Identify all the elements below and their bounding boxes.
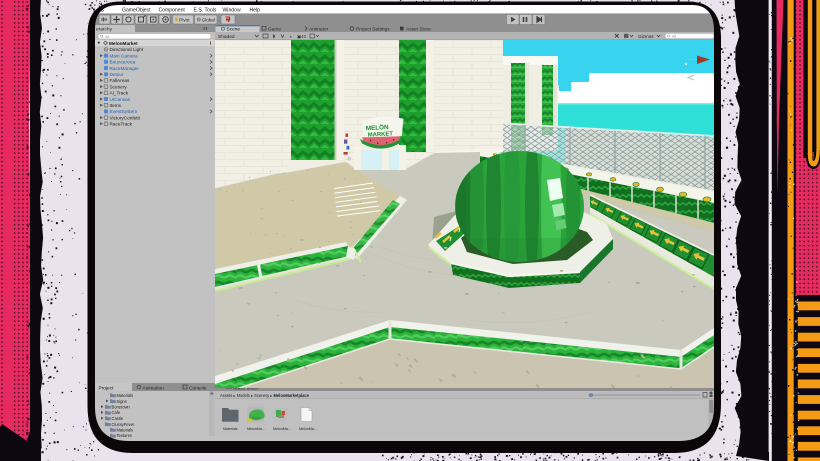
- svg-text:MelonMarket: MelonMarket: [109, 41, 138, 46]
- svg-text:Console: Console: [189, 385, 207, 391]
- svg-text:Scenery: Scenery: [110, 84, 128, 89]
- svg-text:UICanvas: UICanvas: [110, 97, 131, 102]
- svg-text:Project: Project: [99, 385, 115, 391]
- svg-text:BounceArea: BounceArea: [110, 60, 136, 65]
- svg-text:Animation: Animation: [143, 385, 165, 391]
- svg-text:Materials: Materials: [117, 428, 134, 433]
- svg-text:Shaded: Shaded: [218, 34, 235, 40]
- svg-text:Scene: Scene: [227, 27, 241, 33]
- svg-text:Component: Component: [159, 7, 186, 13]
- svg-text:Main Camera: Main Camera: [110, 53, 139, 58]
- svg-text:Animator: Animator: [309, 27, 329, 33]
- svg-text:Help: Help: [250, 7, 261, 13]
- svg-text:AI_Track: AI_Track: [110, 91, 129, 96]
- svg-text:◑: ◑: [289, 34, 292, 39]
- svg-text:All: All: [672, 35, 676, 39]
- svg-text:Global: Global: [202, 17, 215, 22]
- svg-text:FallAreas: FallAreas: [110, 78, 130, 83]
- svg-text:ClussyFever: ClussyFever: [112, 422, 135, 427]
- svg-text:Window: Window: [223, 7, 241, 13]
- svg-text:MelonMa...: MelonMa...: [299, 427, 317, 431]
- svg-text:E.S. Tools: E.S. Tools: [194, 7, 217, 13]
- svg-text:erarchy: erarchy: [96, 27, 113, 33]
- svg-text:▣40: ▣40: [297, 34, 307, 39]
- svg-text:RaceManager: RaceManager: [110, 66, 140, 71]
- svg-text:Textures: Textures: [117, 433, 132, 438]
- svg-text:MelonMa...: MelonMa...: [273, 427, 291, 431]
- svg-text:EventSystem: EventSystem: [110, 109, 138, 114]
- svg-text:Asset Store: Asset Store: [406, 27, 431, 33]
- svg-text:Signs: Signs: [117, 399, 127, 404]
- svg-text:Assets ▸ Models ▸ Scenery ▸ Me: Assets ▸ Models ▸ Scenery ▸ MelonMarketp…: [220, 393, 310, 398]
- svg-text:Gizmos: Gizmos: [638, 34, 654, 39]
- svg-text:Detour: Detour: [110, 72, 125, 77]
- svg-text:VictoryConfetti: VictoryConfetti: [110, 115, 140, 120]
- svg-text:MelonMa...: MelonMa...: [247, 427, 265, 431]
- svg-text:Items: Items: [110, 103, 122, 108]
- svg-text:Castle: Castle: [112, 416, 124, 421]
- svg-text:All: All: [105, 34, 110, 39]
- svg-text:Directional Light: Directional Light: [110, 47, 144, 52]
- svg-text:GameObject: GameObject: [122, 7, 151, 13]
- svg-text:Materials: Materials: [117, 393, 134, 398]
- svg-text:Cafe: Cafe: [112, 410, 121, 415]
- svg-text:Game: Game: [268, 27, 281, 33]
- svg-text:Bonetown: Bonetown: [112, 405, 131, 410]
- svg-text:Materials: Materials: [223, 427, 238, 431]
- svg-text:Project Settings: Project Settings: [356, 27, 390, 33]
- svg-text:Pivot: Pivot: [179, 17, 190, 22]
- svg-text:RaceTrack: RaceTrack: [110, 122, 133, 127]
